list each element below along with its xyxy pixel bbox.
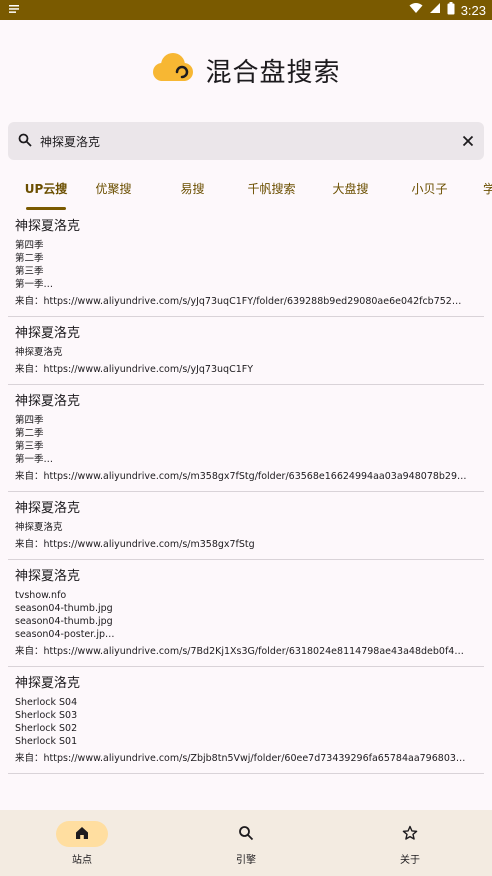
result-file: 第四季 xyxy=(15,415,44,426)
result-file: Sherlock S02 xyxy=(15,723,78,734)
result-file: season04-poster.jp… xyxy=(15,629,115,640)
app-title: 混合盘搜索 xyxy=(205,57,341,88)
nav-label: 站点 xyxy=(72,855,92,866)
result-file: tvshow.nfo xyxy=(15,590,67,601)
search-icon xyxy=(18,132,32,151)
result-item[interactable]: 神探夏洛克 tvshow.nfo season04-thumb.jpg seas… xyxy=(8,560,484,667)
result-item[interactable]: 神探夏洛克 第四季 第二季 第三季 第一季… 来自：https://www.al… xyxy=(8,385,484,492)
search-icon xyxy=(238,825,254,844)
star-icon xyxy=(402,825,418,844)
bottom-navigation: 站点 引擎 关于 xyxy=(0,810,492,876)
tab-dapan-search[interactable]: 大盘搜 xyxy=(311,168,390,210)
tab-up-cloud-search[interactable]: UP云搜 xyxy=(18,168,74,210)
status-icons: 3:23 xyxy=(409,1,486,19)
nav-label: 引擎 xyxy=(236,855,256,866)
signal-icon xyxy=(429,2,441,18)
nav-item-engines[interactable]: 引擎 xyxy=(164,810,328,876)
nav-icon-container xyxy=(220,821,272,847)
nav-label: 关于 xyxy=(400,855,420,866)
status-bar: 3:23 xyxy=(0,0,492,20)
notification-icon xyxy=(8,3,20,18)
result-file: Sherlock S03 xyxy=(15,710,78,721)
clear-icon[interactable] xyxy=(462,132,474,151)
nav-active-indicator xyxy=(56,821,108,847)
app-header: 混合盘搜索 xyxy=(0,20,492,120)
tab-xue[interactable]: 学 xyxy=(469,168,492,210)
result-source-link[interactable]: 来自：https://www.aliyundrive.com/s/7Bd2Kj1… xyxy=(15,645,477,658)
result-source-link[interactable]: 来自：https://www.aliyundrive.com/s/Zbjb8tn… xyxy=(15,752,477,765)
result-title: 神探夏洛克 xyxy=(15,326,81,341)
result-file: Sherlock S01 xyxy=(15,736,78,747)
result-source-link[interactable]: 来自：https://www.aliyundrive.com/s/m358gx7… xyxy=(15,470,477,483)
result-file: Sherlock S04 xyxy=(15,697,78,708)
result-file: season04-thumb.jpg xyxy=(15,616,113,627)
tab-xiaobeizi[interactable]: 小贝子 xyxy=(390,168,469,210)
result-title: 神探夏洛克 xyxy=(15,676,81,691)
result-file: 第一季… xyxy=(15,279,54,290)
result-file: 第三季 xyxy=(15,266,44,277)
search-input[interactable]: 神探夏洛克 xyxy=(40,133,462,150)
result-title: 神探夏洛克 xyxy=(15,569,81,584)
tab-qianfan-search[interactable]: 千帆搜索 xyxy=(232,168,311,210)
result-file: 第三季 xyxy=(15,441,44,452)
home-icon xyxy=(74,825,90,844)
nav-item-about[interactable]: 关于 xyxy=(328,810,492,876)
nav-item-sites[interactable]: 站点 xyxy=(0,810,164,876)
result-file: 神探夏洛克 xyxy=(15,347,63,358)
result-source-link[interactable]: 来自：https://www.aliyundrive.com/s/m358gx7… xyxy=(15,538,477,551)
battery-icon xyxy=(447,1,455,19)
results-list: 神探夏洛克 第四季 第二季 第三季 第一季… 来自：https://www.al… xyxy=(0,210,492,810)
tab-youju-search[interactable]: 优聚搜 xyxy=(74,168,153,210)
result-title: 神探夏洛克 xyxy=(15,219,81,234)
tab-yi-search[interactable]: 易搜 xyxy=(153,168,232,210)
site-tabs: UP云搜 优聚搜 易搜 千帆搜索 大盘搜 小贝子 学 xyxy=(0,168,492,210)
result-file: 神探夏洛克 xyxy=(15,522,63,533)
wifi-icon xyxy=(409,2,423,18)
result-source-link[interactable]: 来自：https://www.aliyundrive.com/s/yJq73uq… xyxy=(15,363,477,376)
result-file: 第四季 xyxy=(15,240,44,251)
result-file: 第二季 xyxy=(15,253,44,264)
cloud-logo-icon xyxy=(151,50,195,90)
nav-icon-container xyxy=(384,821,436,847)
status-time: 3:23 xyxy=(460,2,486,18)
result-item[interactable]: 神探夏洛克 神探夏洛克 来自：https://www.aliyundrive.c… xyxy=(8,492,484,560)
result-item[interactable]: 神探夏洛克 第四季 第二季 第三季 第一季… 来自：https://www.al… xyxy=(8,210,484,317)
result-file: season04-thumb.jpg xyxy=(15,603,113,614)
result-file: 第二季 xyxy=(15,428,44,439)
result-item[interactable]: 神探夏洛克 Sherlock S04 Sherlock S03 Sherlock… xyxy=(8,667,484,774)
search-bar[interactable]: 神探夏洛克 xyxy=(8,122,484,160)
result-source-link[interactable]: 来自：https://www.aliyundrive.com/s/yJq73uq… xyxy=(15,295,477,308)
result-file: 第一季… xyxy=(15,454,54,465)
result-title: 神探夏洛克 xyxy=(15,501,81,516)
result-item[interactable]: 神探夏洛克 神探夏洛克 来自：https://www.aliyundrive.c… xyxy=(8,317,484,385)
result-title: 神探夏洛克 xyxy=(15,394,81,409)
